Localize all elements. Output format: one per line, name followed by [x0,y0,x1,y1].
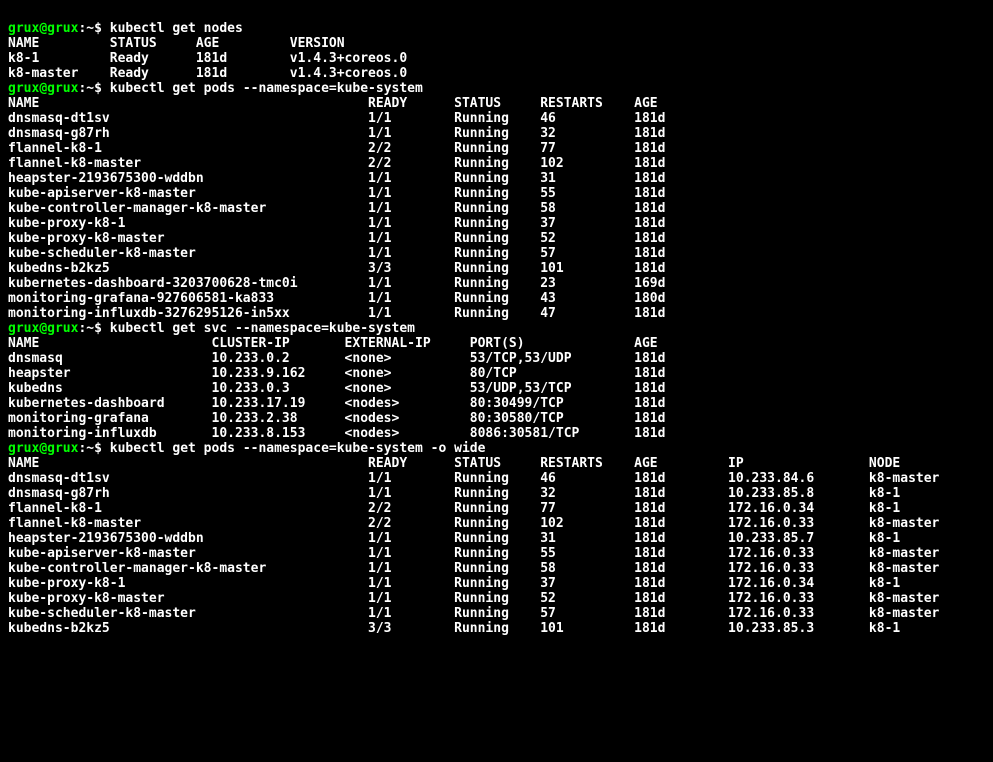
table-row: monitoring-grafana-927606581-ka833 1/1 R… [8,291,665,306]
table-row: kubedns 10.233.0.3 <none> 53/UDP,53/TCP … [8,381,665,396]
prompt-user: grux [8,21,39,36]
table-row: dnsmasq-dt1sv 1/1 Running 46 181d 10.233… [8,471,939,486]
prompt-host: grux [47,21,78,36]
table-row: kubernetes-dashboard-3203700628-tmc0i 1/… [8,276,665,291]
table-row: kube-proxy-k8-master 1/1 Running 52 181d… [8,591,939,606]
table-row: heapster-2193675300-wddbn 1/1 Running 31… [8,171,665,186]
prompt-host: grux [47,321,78,336]
prompt-user: grux [8,81,39,96]
table-row: dnsmasq-dt1sv 1/1 Running 46 181d [8,111,665,126]
prompt-sep: @ [39,321,47,336]
table-row: kube-apiserver-k8-master 1/1 Running 55 … [8,186,665,201]
table-row: kube-proxy-k8-master 1/1 Running 52 181d [8,231,665,246]
table-row: monitoring-influxdb-3276295126-in5xx 1/1… [8,306,665,321]
table-row: heapster 10.233.9.162 <none> 80/TCP 181d [8,366,665,381]
prompt-sep: @ [39,81,47,96]
prompt-symbol: $ [94,441,110,456]
command-text[interactable]: kubectl get pods --namespace=kube-system… [110,441,486,456]
shell-prompt: grux@grux:~$ [8,21,110,36]
table-row: monitoring-influxdb 10.233.8.153 <nodes>… [8,426,665,441]
prompt-user: grux [8,321,39,336]
prompt-path: :~ [78,321,94,336]
prompt-host: grux [47,441,78,456]
table-row: flannel-k8-1 2/2 Running 77 181d [8,141,665,156]
table-header: NAME CLUSTER-IP EXTERNAL-IP PORT(S) AGE [8,336,658,351]
table-row: kube-scheduler-k8-master 1/1 Running 57 … [8,606,939,621]
table-row: flannel-k8-master 2/2 Running 102 181d 1… [8,516,939,531]
shell-prompt: grux@grux:~$ [8,441,110,456]
table-header: NAME STATUS AGE VERSION [8,36,345,51]
terminal-output: grux@grux:~$ kubectl get nodes NAME STAT… [8,21,985,636]
prompt-user: grux [8,441,39,456]
prompt-path: :~ [78,441,94,456]
table-row: kube-proxy-k8-1 1/1 Running 37 181d [8,216,665,231]
table-header: NAME READY STATUS RESTARTS AGE IP NODE [8,456,900,471]
table-row: heapster-2193675300-wddbn 1/1 Running 31… [8,531,900,546]
prompt-sep: @ [39,21,47,36]
table-row: kubedns-b2kz5 3/3 Running 101 181d 10.23… [8,621,900,636]
prompt-symbol: $ [94,21,110,36]
table-row: kube-scheduler-k8-master 1/1 Running 57 … [8,246,665,261]
prompt-host: grux [47,81,78,96]
table-row: flannel-k8-master 2/2 Running 102 181d [8,156,665,171]
shell-prompt: grux@grux:~$ [8,321,110,336]
table-row: monitoring-grafana 10.233.2.38 <nodes> 8… [8,411,665,426]
table-row: dnsmasq 10.233.0.2 <none> 53/TCP,53/UDP … [8,351,665,366]
shell-prompt: grux@grux:~$ [8,81,110,96]
prompt-symbol: $ [94,81,110,96]
table-header: NAME READY STATUS RESTARTS AGE [8,96,658,111]
table-row: kube-controller-manager-k8-master 1/1 Ru… [8,201,665,216]
table-row: dnsmasq-g87rh 1/1 Running 32 181d [8,126,665,141]
table-row: k8-1 Ready 181d v1.4.3+coreos.0 [8,51,407,66]
table-row: flannel-k8-1 2/2 Running 77 181d 172.16.… [8,501,900,516]
prompt-symbol: $ [94,321,110,336]
prompt-path: :~ [78,21,94,36]
command-text[interactable]: kubectl get svc --namespace=kube-system [110,321,415,336]
table-row: kube-proxy-k8-1 1/1 Running 37 181d 172.… [8,576,900,591]
table-row: kubernetes-dashboard 10.233.17.19 <nodes… [8,396,665,411]
table-row: k8-master Ready 181d v1.4.3+coreos.0 [8,66,407,81]
prompt-sep: @ [39,441,47,456]
table-row: dnsmasq-g87rh 1/1 Running 32 181d 10.233… [8,486,900,501]
prompt-path: :~ [78,81,94,96]
command-text[interactable]: kubectl get nodes [110,21,243,36]
table-row: kube-apiserver-k8-master 1/1 Running 55 … [8,546,939,561]
command-text[interactable]: kubectl get pods --namespace=kube-system [110,81,423,96]
table-row: kube-controller-manager-k8-master 1/1 Ru… [8,561,939,576]
table-row: kubedns-b2kz5 3/3 Running 101 181d [8,261,665,276]
